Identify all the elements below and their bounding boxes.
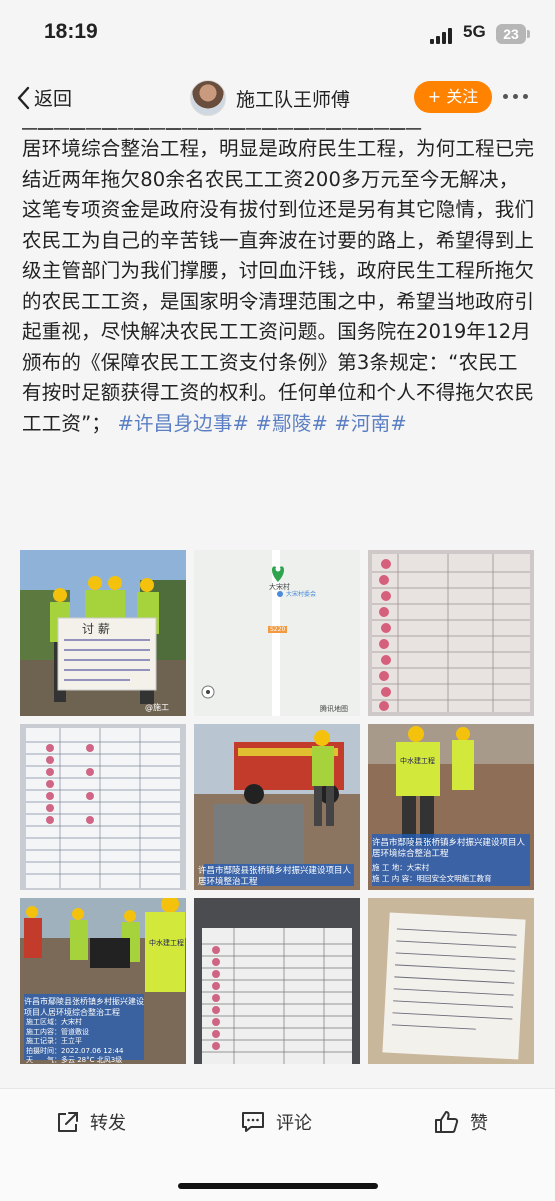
- clipped-previous-line: ▆▇▆▇▆▇▆▇▆▇▆▇▆▇▆▇▆▇▆▇▆▇▆▇▆: [22, 128, 537, 134]
- signature-form-photo: [194, 898, 360, 1064]
- post-image-1[interactable]: 讨 薪 @施工: [20, 550, 186, 716]
- post-body: 居环境综合整治工程，明显是政府民生工程，为何工程已完结近两年拖欠80余名农民工工…: [22, 137, 535, 435]
- caption-row: 施工内容：管道敷设: [26, 1027, 89, 1036]
- battery-tip: [527, 30, 530, 38]
- banner-title: 讨 薪: [82, 622, 110, 636]
- post-image-6[interactable]: 中水建工程 许昌市鄢陵县张桥镇乡村振兴建设项目人居环境综合整治工程 施 工 地：…: [368, 724, 534, 890]
- forward-icon: [58, 1112, 78, 1132]
- like-label: 赞: [470, 1113, 488, 1134]
- post-image-8[interactable]: [194, 898, 360, 1064]
- route-label: S220: [268, 626, 288, 633]
- hashtag[interactable]: #河南#: [334, 412, 406, 435]
- photo-caption: 许昌市鄢陵县张桥镇乡村振兴建设项目人居环境整治工程: [198, 866, 352, 887]
- status-bar: 18:19 5G 23: [0, 0, 555, 68]
- poi-label: 大宋村委会: [286, 591, 317, 598]
- home-indicator[interactable]: [178, 1183, 378, 1189]
- signal-icon: [430, 28, 452, 44]
- follow-button[interactable]: + 关注: [414, 81, 492, 113]
- more-dot-icon: [513, 94, 518, 99]
- hashtag[interactable]: #鄢陵#: [256, 412, 328, 435]
- post-text: ▆▇▆▇▆▇▆▇▆▇▆▇▆▇▆▇▆▇▆▇▆▇▆▇▆ 居环境综合整治工程，明显是政…: [22, 128, 537, 439]
- status-time: 18:19: [44, 20, 98, 43]
- chevron-left-icon: [17, 86, 30, 109]
- author-name[interactable]: 施工队王师傅: [236, 85, 350, 112]
- more-options-button[interactable]: [503, 94, 528, 99]
- avatar[interactable]: [190, 80, 226, 116]
- post-content: ▆▇▆▇▆▇▆▇▆▇▆▇▆▇▆▇▆▇▆▇▆▇▆▇▆ 居环境综合整治工程，明显是政…: [0, 128, 555, 1088]
- author-info[interactable]: 施工队王师傅: [190, 80, 350, 116]
- forward-label: 转发: [90, 1113, 126, 1134]
- like-button[interactable]: 赞: [434, 1109, 488, 1135]
- back-button[interactable]: 返回: [16, 84, 72, 111]
- photo-caption-rows: 施工区域：大宋村 施工内容：管道敷设 施工记录：王立平 拍摄时间：2022.07…: [26, 1018, 123, 1064]
- photo-caption: 许昌市鄢陵县张桥镇乡村振兴建设项目人居环境综合整治工程: [24, 997, 144, 1017]
- forward-button[interactable]: 转发: [56, 1109, 126, 1135]
- map-view: [194, 550, 360, 716]
- wage-list-photo: [20, 724, 186, 890]
- comment-icon: [242, 1112, 264, 1132]
- vest-text: 中水建工程: [400, 757, 435, 765]
- more-dot-icon: [523, 94, 528, 99]
- battery-indicator: 23: [496, 24, 526, 44]
- thumbs-up-icon: [435, 1111, 459, 1133]
- caption-row: 天 气：多云 28°C 北风3级: [26, 1056, 123, 1064]
- handwritten-note-photo: [368, 898, 534, 1064]
- signature-sheet-photo: [368, 550, 534, 716]
- caption-row: 施工区域：大宋村: [26, 1018, 82, 1026]
- post-image-3[interactable]: [368, 550, 534, 716]
- caption-row: 拍摄时间：2022.07.06 12:44: [26, 1046, 124, 1055]
- more-dot-icon: [503, 94, 508, 99]
- watermark: @施工: [145, 703, 169, 712]
- post-image-2[interactable]: 大宋村 大宋村委会 S220 腾讯地图: [194, 550, 360, 716]
- post-image-4[interactable]: [20, 724, 186, 890]
- nav-bar: 返回 施工队王师傅 + 关注: [0, 68, 555, 128]
- post-image-5[interactable]: 许昌市鄢陵县张桥镇乡村振兴建设项目人居环境整治工程: [194, 724, 360, 890]
- hashtag[interactable]: #许昌身边事#: [118, 412, 250, 435]
- post-image-7[interactable]: 中水建工程 许昌市鄢陵县张桥镇乡村振兴建设项目人居环境综合整治工程 施工区域：大…: [20, 898, 186, 1064]
- back-label: 返回: [34, 88, 73, 110]
- comment-button[interactable]: 评论: [240, 1109, 312, 1135]
- map-brand-label: 腾讯地图: [320, 705, 348, 713]
- network-type: 5G: [463, 22, 486, 41]
- photo-caption: 施 工 内 容：明回安全文明施工教育: [372, 874, 492, 883]
- caption-row: 施工记录：王立平: [26, 1037, 82, 1045]
- photo-caption: 许昌市鄢陵县张桥镇乡村振兴建设项目人居环境综合整治工程: [372, 838, 526, 859]
- post-image-9[interactable]: [368, 898, 534, 1064]
- photo-caption: 施 工 地：大宋村: [372, 863, 430, 872]
- comment-label: 评论: [276, 1113, 312, 1134]
- vest-text: 中水建工程: [149, 939, 184, 947]
